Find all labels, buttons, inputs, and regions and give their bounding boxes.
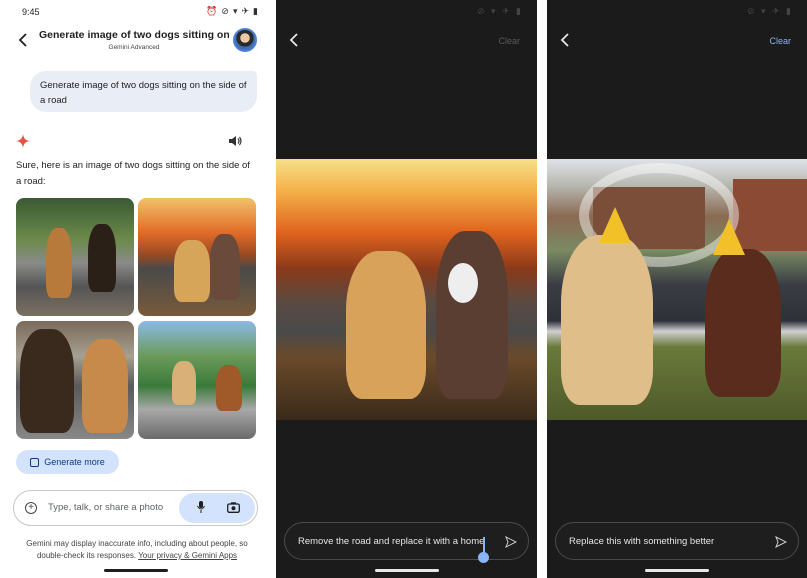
- add-icon[interactable]: +: [25, 502, 37, 514]
- generated-image-3[interactable]: [16, 321, 134, 439]
- chat-subtitle: Gemini Advanced: [108, 44, 160, 51]
- battery-icon: ▮: [253, 6, 258, 16]
- user-prompt-bubble: Generate image of two dogs sitting on th…: [30, 71, 257, 112]
- back-arrow-icon[interactable]: [16, 32, 32, 48]
- generated-image-1[interactable]: [16, 198, 134, 316]
- mic-icon[interactable]: [197, 501, 205, 513]
- chat-title: Generate image of two dogs sitting on t.…: [39, 29, 229, 41]
- mute-icon: ⊘: [221, 6, 229, 16]
- generate-more-button[interactable]: Generate more: [16, 450, 119, 474]
- edit-image[interactable]: [547, 159, 807, 420]
- input-actions: [179, 493, 255, 523]
- home-indicator[interactable]: [104, 569, 168, 572]
- edit-prompt-text[interactable]: Remove the road and replace it with a ho…: [298, 536, 484, 547]
- clear-button[interactable]: Clear: [769, 36, 791, 46]
- avatar[interactable]: [233, 28, 257, 52]
- gemini-sparkle-icon: [16, 134, 30, 148]
- status-icons: ⊘ ▾ ✈ ▮: [746, 6, 793, 16]
- edit-prompt-text[interactable]: Replace this with something better: [569, 536, 714, 547]
- prompt-input-bar[interactable]: + Type, talk, or share a photo: [13, 490, 258, 526]
- gemini-response-text: Sure, here is an image of two dogs sitti…: [16, 160, 250, 187]
- disclaimer: Gemini may display inaccurate info, incl…: [12, 538, 262, 562]
- alarm-icon: ⏰: [206, 6, 218, 16]
- cursor-handle[interactable]: [478, 552, 489, 563]
- airplane-icon: ✈: [241, 6, 250, 16]
- home-indicator[interactable]: [645, 569, 709, 572]
- generate-more-label: Generate more: [44, 457, 105, 467]
- image-edit-screen-1: ⊘ ▾ ✈ ▮ Clear Remove the road and replac…: [276, 0, 537, 578]
- edit-prompt-input[interactable]: Remove the road and replace it with a ho…: [284, 522, 529, 563]
- send-icon[interactable]: [505, 536, 517, 548]
- back-arrow-icon[interactable]: [559, 33, 573, 47]
- camera-icon[interactable]: [227, 502, 240, 513]
- status-time: 9:45: [22, 7, 40, 17]
- prompt-input-placeholder[interactable]: Type, talk, or share a photo: [48, 502, 163, 513]
- back-arrow-icon[interactable]: [288, 33, 302, 47]
- image-stack-icon: [30, 457, 40, 467]
- status-icons: ⏰ ⊘ ▾ ✈ ▮: [206, 6, 258, 17]
- edit-prompt-input[interactable]: Replace this with something better: [555, 522, 799, 560]
- party-hat-right: [713, 219, 745, 255]
- home-indicator[interactable]: [374, 569, 439, 572]
- party-hat-left: [599, 207, 631, 243]
- generated-image-2[interactable]: [138, 198, 256, 316]
- status-icons: ⊘ ▾ ✈ ▮: [476, 6, 523, 16]
- image-edit-screen-2: ⊘ ▾ ✈ ▮ Clear Replace this with somethin…: [547, 0, 807, 578]
- generated-image-4[interactable]: [138, 321, 256, 439]
- clear-button[interactable]: Clear: [498, 36, 520, 46]
- gemini-chat-screen: 9:45 ⏰ ⊘ ▾ ✈ ▮ Generate image of two dog…: [0, 0, 272, 578]
- send-icon[interactable]: [775, 536, 787, 548]
- edit-image[interactable]: [276, 159, 537, 420]
- privacy-link[interactable]: Your privacy & Gemini Apps: [138, 551, 237, 560]
- status-bar: 9:45 ⏰ ⊘ ▾ ✈ ▮: [22, 6, 258, 20]
- wifi-icon: ▾: [232, 6, 238, 16]
- speaker-icon[interactable]: [228, 134, 242, 148]
